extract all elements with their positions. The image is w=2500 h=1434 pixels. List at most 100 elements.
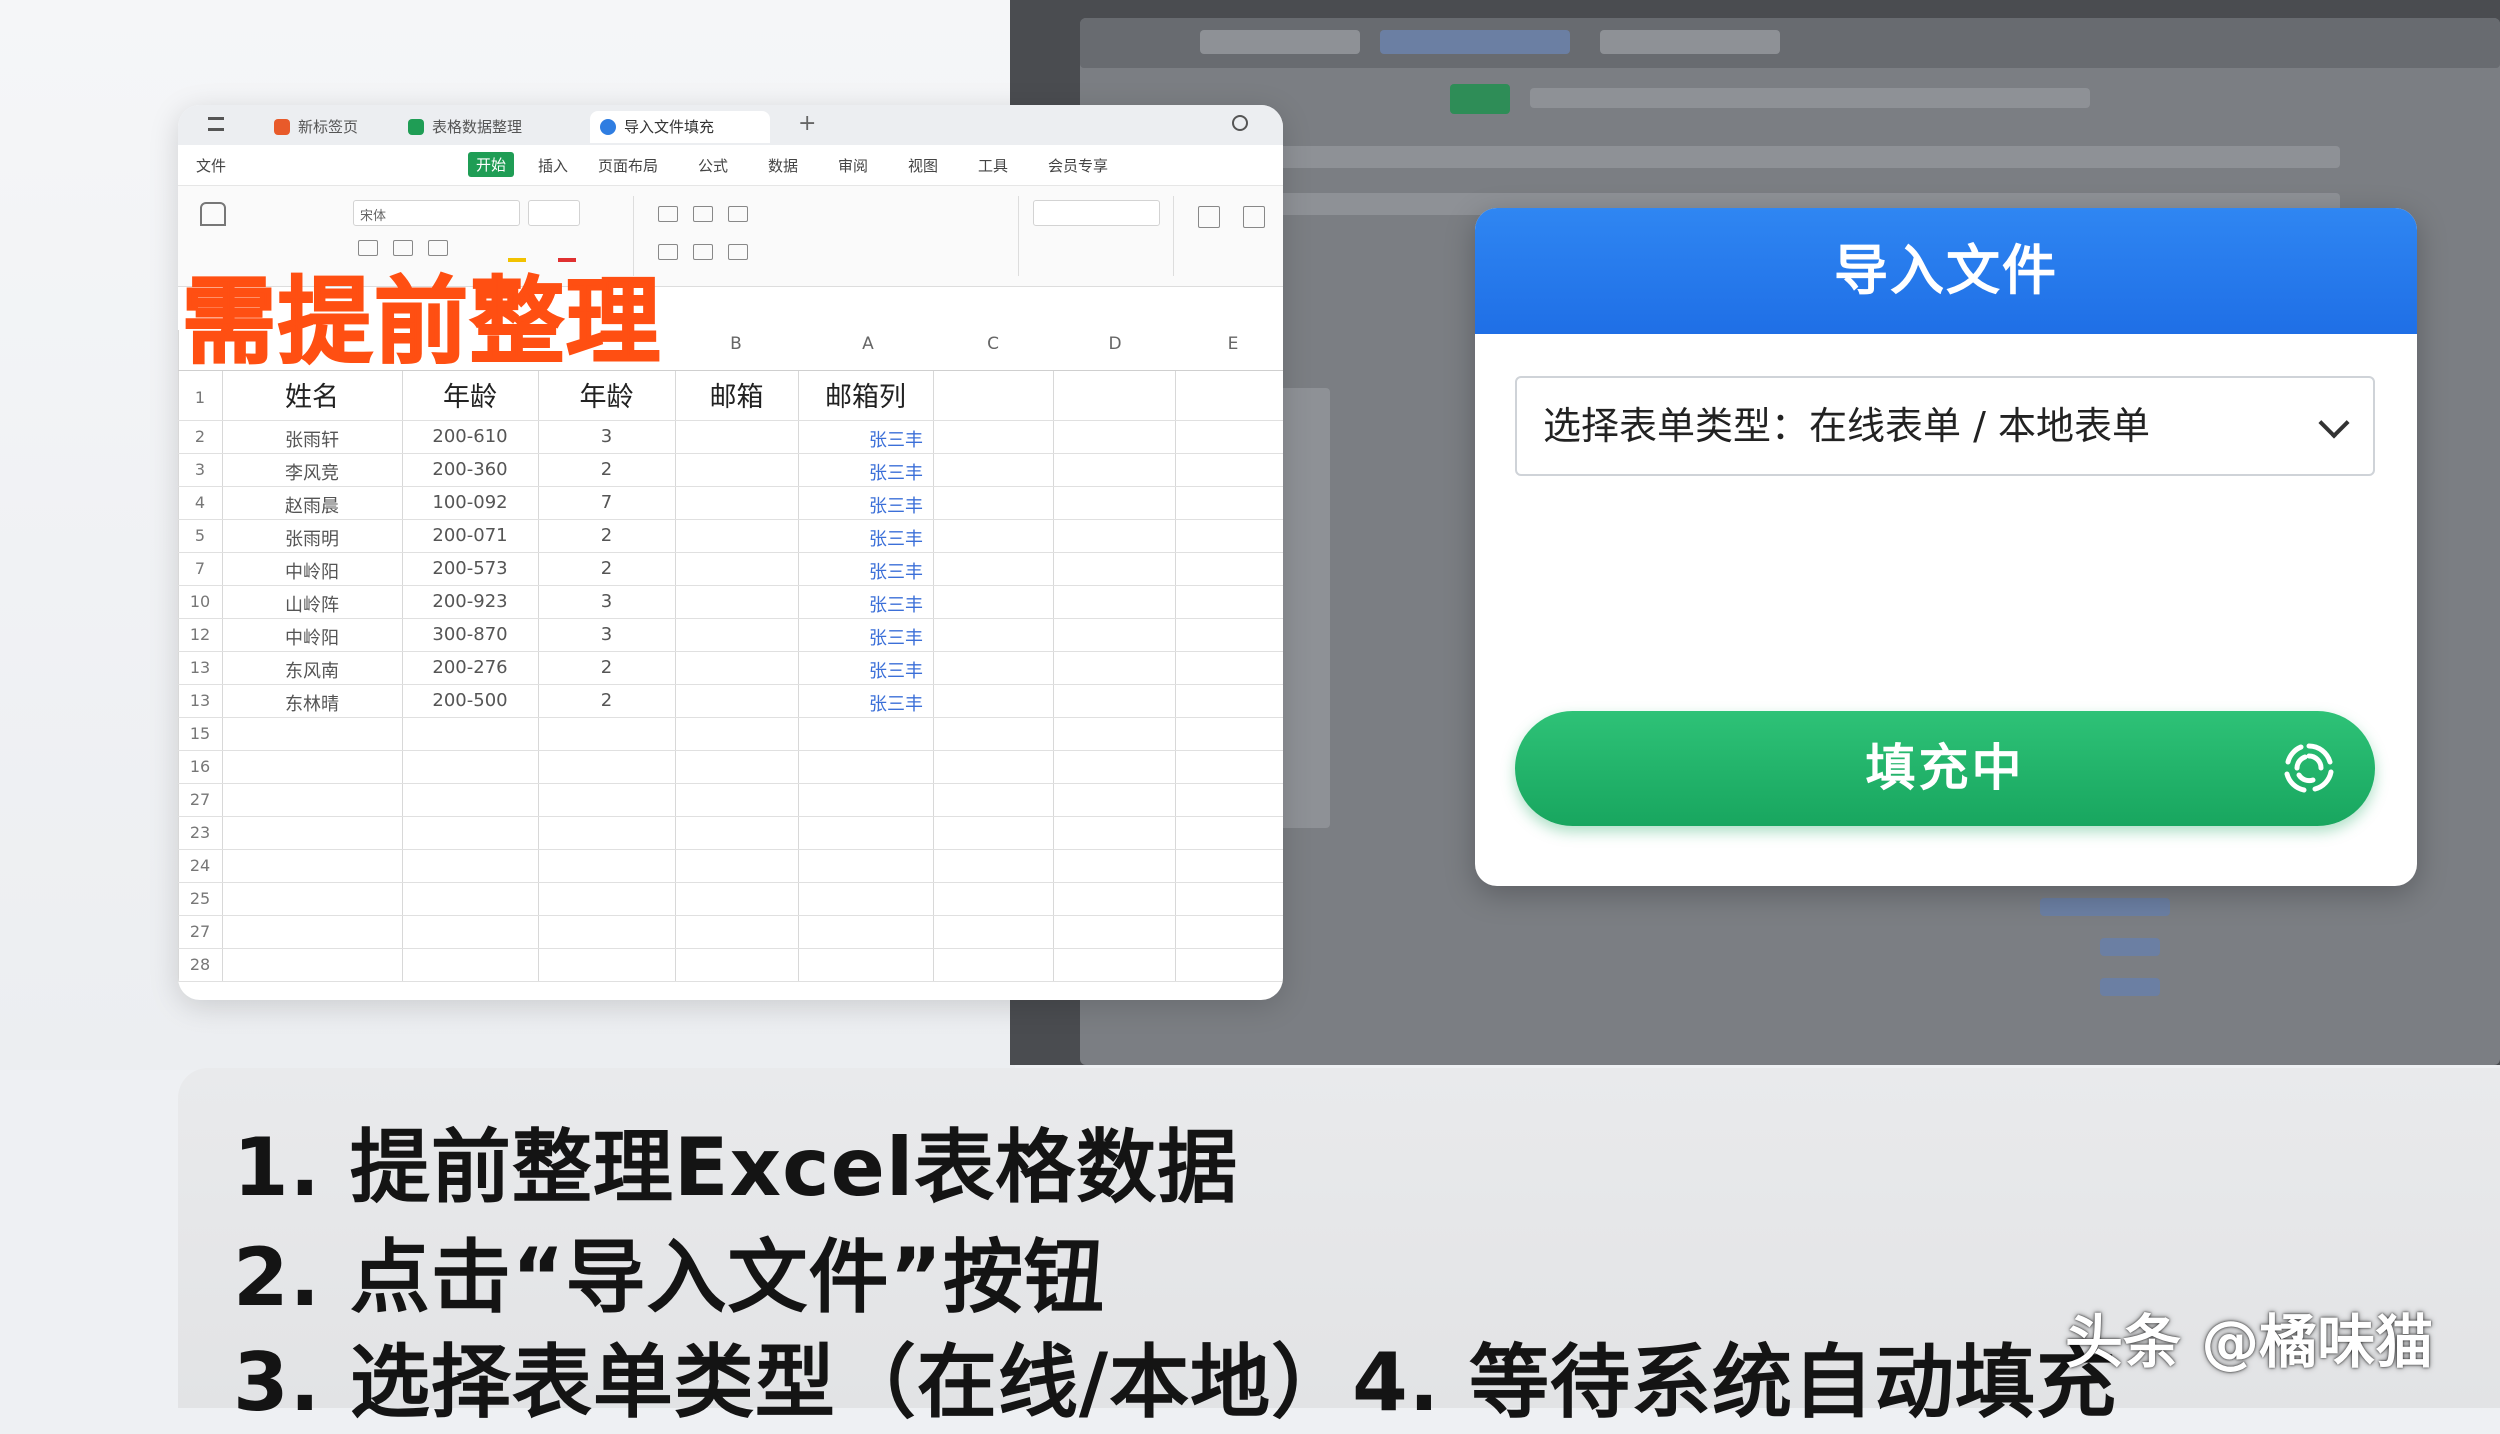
row-number[interactable]: 25 [178,889,222,908]
menu-data[interactable]: 数据 [768,155,798,176]
table-cell[interactable]: 山岭阵 [222,591,402,617]
table-cell[interactable]: 200-573 [402,558,538,579]
table-cell[interactable]: 200-923 [402,591,538,612]
table-cell[interactable]: 李风竞 [222,459,402,485]
align-center-icon[interactable] [693,206,713,222]
table-cell[interactable]: 中岭阳 [222,558,402,584]
row-number[interactable]: 27 [178,922,222,941]
bold-icon[interactable] [358,240,378,256]
table-cell[interactable]: 7 [538,492,675,513]
menu-review[interactable]: 审阅 [838,155,868,176]
table-cell-link[interactable]: 张三丰 [798,459,923,485]
row-number[interactable]: 2 [178,427,222,446]
chevron-down-icon [2318,407,2350,439]
menu-layout[interactable]: 页面布局 [598,155,658,176]
table-cell[interactable]: 200-500 [402,690,538,711]
table-cell[interactable]: 2 [538,690,675,711]
form-type-select[interactable]: 选择表单类型：在线表单 / 本地表单 [1515,376,2375,476]
column-header[interactable]: C [953,330,1033,358]
row-number[interactable]: 13 [178,658,222,677]
row-number[interactable]: 10 [178,592,222,611]
table-cell-link[interactable]: 张三丰 [798,690,923,716]
indent-icon[interactable] [728,244,748,260]
table-cell[interactable]: 3 [538,624,675,645]
table-cell-link[interactable]: 张三丰 [798,426,923,452]
table-cell[interactable]: 200-071 [402,525,538,546]
row-number[interactable]: 7 [178,559,222,578]
column-header[interactable]: A [828,330,908,358]
home-icon[interactable] [200,202,226,226]
table-cell[interactable]: 300-870 [402,624,538,645]
column-header[interactable]: E [1193,330,1273,358]
table-cell[interactable]: 2 [538,558,675,579]
menu-home[interactable]: 开始 [468,152,515,177]
row-number[interactable]: 28 [178,955,222,974]
table-cell[interactable]: 200-276 [402,657,538,678]
align-right-icon[interactable] [728,206,748,222]
row-number[interactable]: 12 [178,625,222,644]
menu-file[interactable]: 文件 [196,155,226,176]
grid-line [1053,370,1054,981]
table-style-icon[interactable] [1198,206,1220,228]
table-cell-link[interactable]: 张三丰 [798,558,923,584]
filling-button[interactable]: 填充中 [1515,711,2375,826]
row-number[interactable]: 24 [178,856,222,875]
italic-icon[interactable] [393,240,413,256]
column-header[interactable]: D [1075,330,1155,358]
row-number[interactable]: 3 [178,460,222,479]
table-cell-link[interactable]: 张三丰 [798,492,923,518]
menu-insert[interactable]: 插入 [538,155,568,176]
table-cell[interactable]: 东风南 [222,657,402,683]
merge-cells-icon[interactable] [693,244,713,260]
tab-3-active[interactable]: 导入文件填充 [590,111,770,143]
menu-member[interactable]: 会员专享 [1048,155,1108,176]
tab-browser-icon [600,119,616,135]
row-number[interactable]: 1 [178,388,222,407]
table-cell-link[interactable]: 张三丰 [798,525,923,551]
table-cell-link[interactable]: 张三丰 [798,591,923,617]
column-header[interactable]: B [696,330,776,358]
table-cell[interactable]: 2 [538,525,675,546]
table-cell[interactable]: 100-092 [402,492,538,513]
cell-style-icon[interactable] [1243,206,1265,228]
table-cell[interactable]: 赵雨晨 [222,492,402,518]
new-tab-button[interactable]: + [798,111,816,136]
tab-1[interactable]: 新标签页 [264,111,384,143]
align-left-icon[interactable] [658,206,678,222]
table-cell[interactable]: 东林晴 [222,690,402,716]
row-number[interactable]: 16 [178,757,222,776]
table-cell[interactable]: 张雨明 [222,525,402,551]
row-number[interactable]: 5 [178,526,222,545]
search-icon[interactable] [1232,115,1248,131]
tab-label: 表格数据整理 [432,118,523,136]
font-size-select[interactable] [528,200,580,226]
tab-2[interactable]: 表格数据整理 [398,111,568,143]
menu-tools[interactable]: 工具 [978,155,1008,176]
table-cell-link[interactable]: 张三丰 [798,657,923,683]
row-number[interactable]: 4 [178,493,222,512]
menu-icon[interactable] [208,117,224,131]
font-name-select[interactable]: 宋体 [353,200,520,226]
font-color-icon[interactable] [558,240,576,262]
grid-line [178,486,1283,487]
table-cell[interactable]: 200-610 [402,426,538,447]
table-cell[interactable]: 中岭阳 [222,624,402,650]
table-cell[interactable]: 3 [538,591,675,612]
row-number[interactable]: 23 [178,823,222,842]
overlay-title: 需提前整理 [181,267,663,378]
row-number[interactable]: 27 [178,790,222,809]
table-cell[interactable]: 张雨轩 [222,426,402,452]
table-cell[interactable]: 2 [538,459,675,480]
table-cell[interactable]: 3 [538,426,675,447]
table-cell[interactable]: 2 [538,657,675,678]
row-number[interactable]: 13 [178,691,222,710]
menu-formula[interactable]: 公式 [698,155,728,176]
table-cell-link[interactable]: 张三丰 [798,624,923,650]
fill-color-icon[interactable] [508,240,526,262]
border-icon[interactable] [428,240,448,256]
table-cell[interactable]: 200-360 [402,459,538,480]
number-format-select[interactable] [1033,200,1160,226]
row-number[interactable]: 15 [178,724,222,743]
menu-view[interactable]: 视图 [908,155,938,176]
wrap-text-icon[interactable] [658,244,678,260]
